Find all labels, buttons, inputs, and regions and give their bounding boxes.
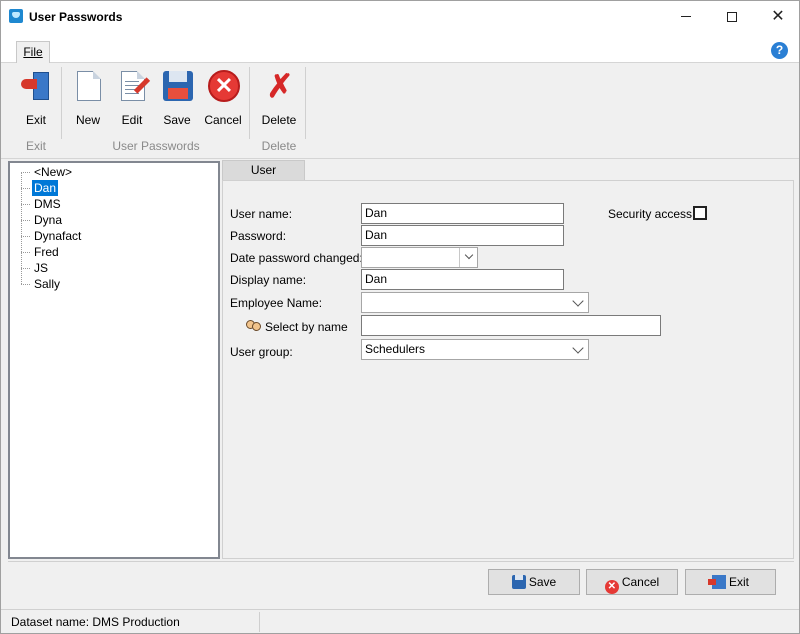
- tree-item[interactable]: JS: [20, 260, 50, 276]
- exit-ribbon-label: Exit: [25, 113, 46, 127]
- delete-button[interactable]: ✗ Delete: [256, 69, 302, 127]
- tree-item[interactable]: <New>: [20, 164, 74, 180]
- tree-item[interactable]: Dynafact: [20, 228, 83, 244]
- new-button[interactable]: New: [65, 69, 111, 127]
- tree-item[interactable]: Dyna: [20, 212, 64, 228]
- window-title: User Passwords: [29, 10, 123, 24]
- chevron-down-icon: [572, 342, 584, 354]
- edit-label: Edit: [121, 113, 143, 127]
- app-icon: [9, 9, 23, 23]
- exit-door-icon: [19, 69, 53, 103]
- group-label-exit: Exit: [25, 139, 46, 153]
- display-name-label: Display name:: [230, 273, 307, 287]
- tree-item-selected[interactable]: Dan: [20, 180, 59, 196]
- user-name-field[interactable]: Dan: [361, 203, 564, 224]
- user-group-select[interactable]: Schedulers: [361, 339, 589, 360]
- delete-x-icon: ✗: [266, 68, 294, 104]
- help-icon[interactable]: ?: [771, 42, 788, 59]
- people-icon: [246, 319, 262, 333]
- user-group-label: User group:: [230, 345, 293, 359]
- group-label-delete: Delete: [261, 139, 297, 153]
- cancel-circle-icon: ✕: [206, 69, 240, 103]
- maximize-icon: [727, 11, 737, 22]
- save-ribbon-button[interactable]: Save: [154, 69, 200, 127]
- exit-icon: [707, 575, 726, 589]
- ribbon-separator: [305, 67, 306, 139]
- delete-label: Delete: [261, 113, 297, 127]
- exit-button-label: Exit: [728, 575, 749, 589]
- security-access-checkbox[interactable]: [693, 206, 707, 220]
- select-by-name-field[interactable]: [361, 315, 661, 336]
- cancel-button-label: Cancel: [621, 575, 660, 589]
- save-button[interactable]: Save: [488, 569, 580, 595]
- exit-ribbon-button[interactable]: Exit: [13, 69, 59, 127]
- tab-file[interactable]: File: [16, 41, 50, 64]
- group-label-user-passwords: User Passwords: [112, 139, 200, 153]
- user-tree[interactable]: <New> Dan DMS Dyna Dynafact Fred JS Sall…: [8, 161, 220, 559]
- status-separator: [259, 612, 260, 632]
- new-label: New: [75, 113, 100, 127]
- cancel-ribbon-label: Cancel: [204, 113, 242, 127]
- chevron-down-icon: [572, 295, 584, 307]
- edit-document-icon: [115, 69, 151, 103]
- select-by-name-label: Select by name: [265, 320, 348, 334]
- ribbon-separator: [61, 67, 62, 139]
- date-changed-picker[interactable]: [361, 247, 478, 268]
- status-bar: Dataset name: DMS Production: [1, 609, 799, 633]
- title-bar: User Passwords ✕: [1, 1, 799, 33]
- maximize-button[interactable]: [709, 1, 755, 33]
- employee-name-select[interactable]: [361, 292, 589, 313]
- save-button-label: Save: [528, 575, 557, 589]
- security-access-label: Security access: [608, 207, 693, 221]
- minimize-button[interactable]: [663, 1, 709, 33]
- password-field[interactable]: Dan: [361, 225, 564, 246]
- tab-user-password[interactable]: User Password: [222, 160, 305, 196]
- close-button[interactable]: ✕: [755, 1, 800, 33]
- cancel-button[interactable]: ✕ Cancel: [586, 569, 678, 595]
- floppy-disk-icon: [160, 69, 194, 103]
- user-name-label: User name:: [230, 207, 293, 221]
- display-name-field[interactable]: Dan: [361, 269, 564, 290]
- chevron-down-icon: [464, 250, 474, 260]
- ribbon-separator: [249, 67, 250, 139]
- tree-item[interactable]: Sally: [20, 276, 62, 292]
- new-document-icon: [71, 69, 105, 103]
- user-group-value: Schedulers: [365, 342, 426, 356]
- date-changed-label: Date password changed:: [230, 251, 363, 265]
- save-icon: [511, 575, 526, 589]
- exit-button[interactable]: Exit: [685, 569, 776, 595]
- save-ribbon-label: Save: [163, 113, 191, 127]
- cancel-icon: ✕: [604, 580, 619, 594]
- tree-item[interactable]: DMS: [21, 196, 63, 212]
- password-label: Password:: [230, 229, 287, 243]
- employee-name-label: Employee Name:: [230, 296, 323, 310]
- ribbon: Exit Exit New Edit Save ✕ Cancel User Pa…: [1, 63, 799, 159]
- ribbon-tab-row: File ?: [1, 33, 799, 64]
- cancel-ribbon-button[interactable]: ✕ Cancel: [200, 69, 246, 127]
- dataset-name: Dataset name: DMS Production: [11, 615, 180, 629]
- minimize-icon: [681, 16, 691, 18]
- edit-button[interactable]: Edit: [109, 69, 155, 127]
- user-passwords-window: User Passwords ✕ File ? Exit Exit New Ed…: [0, 0, 800, 634]
- tree-item[interactable]: Fred: [21, 244, 61, 260]
- close-icon: ✕: [771, 8, 785, 25]
